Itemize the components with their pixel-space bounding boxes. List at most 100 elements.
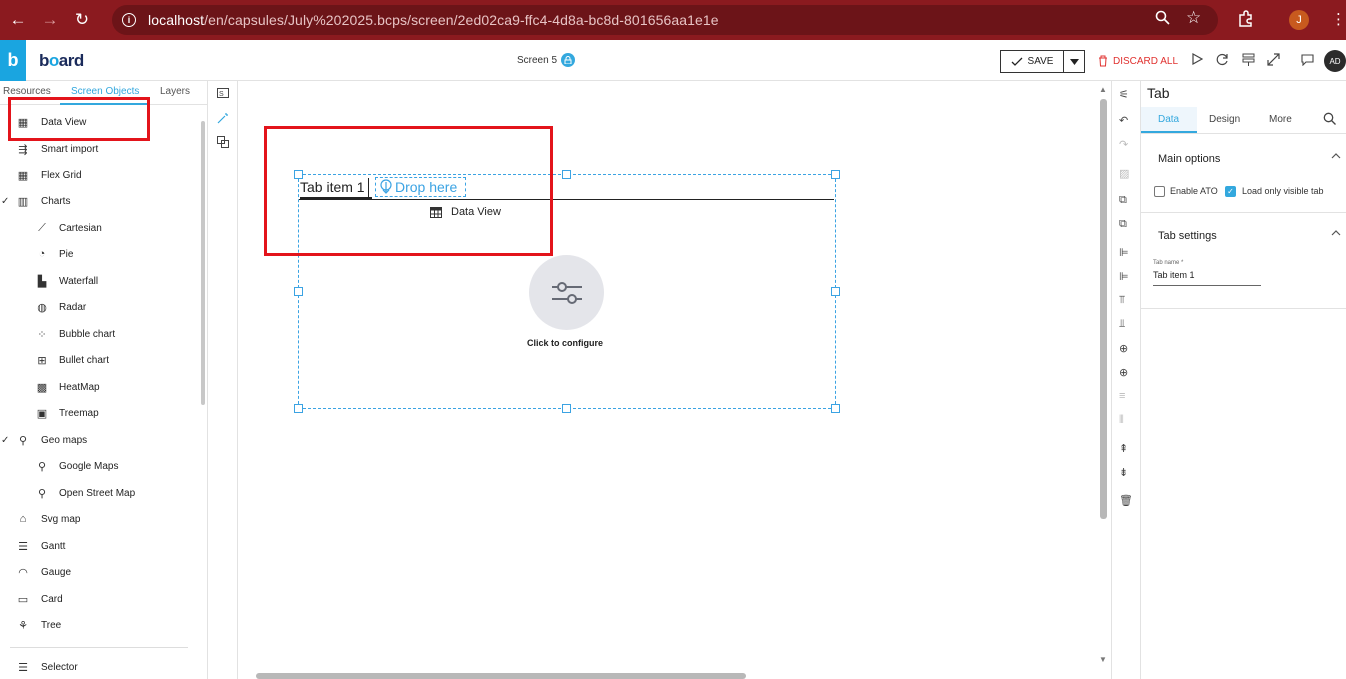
resize-handle[interactable] — [294, 287, 303, 296]
zoom-icon[interactable] — [1155, 10, 1170, 29]
resize-handle[interactable] — [562, 170, 571, 179]
screen-object-item-gantt[interactable]: ☰ Gantt — [0, 536, 200, 556]
load-visible-tab-checkbox[interactable]: ✓ — [1225, 186, 1236, 197]
screen-object-item-radar[interactable]: ◍ Radar — [0, 297, 200, 317]
browser-menu-icon[interactable]: ⋮ — [1331, 10, 1346, 28]
expand-check-icon[interactable]: ✓ — [1, 435, 9, 446]
discard-all-button[interactable]: DISCARD ALL — [1098, 55, 1178, 67]
screen-object-item-cartesian[interactable]: ⟋ Cartesian — [0, 218, 200, 238]
screen-name[interactable]: Screen 5 — [517, 55, 557, 66]
tab-screen-objects[interactable]: Screen Objects — [71, 86, 139, 97]
copy-icon[interactable]: ⧉ — [1119, 194, 1127, 207]
tab-resources[interactable]: Resources — [3, 86, 51, 97]
user-avatar[interactable]: AD — [1324, 50, 1346, 72]
tab-settings-title[interactable]: Tab settings — [1158, 230, 1217, 242]
expand-icon[interactable] — [1267, 53, 1280, 69]
screen-object-item-gauge[interactable]: ◠ Gauge — [0, 562, 200, 582]
duplicate-icon[interactable]: ⧉ — [1119, 218, 1127, 231]
refresh-icon[interactable] — [1216, 53, 1229, 69]
resize-handle[interactable] — [831, 287, 840, 296]
site-info-icon[interactable]: i — [122, 13, 136, 27]
reload-icon[interactable]: ↻ — [68, 6, 96, 34]
resize-handle[interactable] — [831, 170, 840, 179]
screen-object-item-svg-map[interactable]: ⌂ Svg map — [0, 509, 200, 529]
redo-icon[interactable]: ↷ — [1119, 138, 1128, 151]
magic-wand-icon[interactable] — [217, 112, 229, 127]
main-options-title[interactable]: Main options — [1158, 153, 1220, 165]
tab-name-input[interactable]: Tab item 1 — [1153, 270, 1261, 286]
tab-more[interactable]: More — [1269, 114, 1292, 125]
align-center-h-icon[interactable]: ⊕ — [1119, 366, 1128, 379]
screen-object-item-smart-import[interactable]: ⇶ Smart import — [0, 139, 200, 159]
send-backward-icon[interactable]: ⇟ — [1119, 466, 1128, 479]
comment-icon[interactable] — [1301, 53, 1314, 69]
scroll-up-arrow-icon[interactable]: ▲ — [1099, 85, 1107, 94]
screen-object-item-heatmap[interactable]: ▩ HeatMap — [0, 377, 200, 397]
tab-layers[interactable]: Layers — [160, 86, 190, 97]
align-center-v-icon[interactable]: ⊕ — [1119, 342, 1128, 355]
url-path: /en/capsules/July%202025.bcps/screen/2ed… — [204, 12, 719, 28]
screen-object-item-google-maps[interactable]: ⚲ Google Maps — [0, 456, 200, 476]
configure-label[interactable]: Click to configure — [527, 338, 603, 348]
logo-part: ard — [58, 51, 84, 70]
address-bar[interactable]: i localhost/en/capsules/July%202025.bcps… — [112, 5, 1218, 35]
play-icon[interactable] — [1192, 52, 1204, 68]
format-painter-icon[interactable]: ▨ — [1119, 167, 1129, 180]
screen-object-item-bullet-chart[interactable]: ⊞ Bullet chart — [0, 350, 200, 370]
resize-handle[interactable] — [831, 404, 840, 413]
left-panel-scrollbar[interactable] — [201, 121, 205, 405]
screen-object-item-flex-grid[interactable]: ▦ Flex Grid — [0, 165, 200, 185]
expand-check-icon[interactable]: ✓ — [1, 196, 9, 207]
url-host: localhost — [148, 12, 205, 28]
save-options-dropdown[interactable] — [1063, 50, 1085, 73]
scroll-down-arrow-icon[interactable]: ▼ — [1099, 655, 1107, 664]
save-button[interactable]: SAVE — [1000, 50, 1064, 73]
profile-avatar[interactable]: J — [1289, 10, 1309, 30]
screen-object-item-pie[interactable]: ◔ Pie — [0, 244, 200, 264]
enable-ato-checkbox[interactable] — [1154, 186, 1165, 197]
group-icon[interactable] — [217, 136, 229, 151]
settings-sliders-icon[interactable]: ⚟ — [1119, 88, 1129, 101]
screen-object-label: Cartesian — [59, 222, 102, 234]
layout-icon[interactable] — [1242, 53, 1255, 69]
screen-object-item-charts[interactable]: ✓ ▥ Charts — [0, 191, 200, 211]
resize-handle[interactable] — [294, 404, 303, 413]
screen-object-item-bubble-chart[interactable]: ⁘ Bubble chart — [0, 324, 200, 344]
back-arrow-icon[interactable]: ← — [4, 6, 32, 34]
screen-object-label: Gantt — [41, 540, 66, 552]
distribute-v-icon[interactable]: ≡ — [1119, 390, 1125, 402]
collapse-chevron-icon[interactable] — [1331, 151, 1341, 162]
align-top-icon[interactable]: ⫪ — [1119, 294, 1125, 307]
screen-object-item-tree[interactable]: ⚘ Tree — [0, 615, 200, 635]
undo-icon[interactable]: ↶ — [1119, 114, 1128, 127]
screen-object-item-selector[interactable]: ☰ Selector — [0, 657, 200, 677]
align-right-icon[interactable]: ⊫ — [1119, 270, 1129, 283]
screen-object-item-geo-maps[interactable]: ✓ ⚲ Geo maps — [0, 430, 200, 450]
screen-object-item-treemap[interactable]: ▣ Treemap — [0, 403, 200, 423]
collapse-chevron-icon[interactable] — [1331, 228, 1341, 239]
screen-object-item-card[interactable]: ▭ Card — [0, 589, 200, 609]
resize-handle[interactable] — [562, 404, 571, 413]
board-logo-icon[interactable]: b — [0, 40, 26, 81]
scroll-thumb[interactable] — [256, 673, 746, 679]
tab-data[interactable]: Data — [1158, 114, 1179, 125]
tab-design[interactable]: Design — [1209, 114, 1240, 125]
canvas-horizontal-scrollbar[interactable] — [238, 671, 1096, 679]
align-bottom-icon[interactable]: ⫫ — [1119, 318, 1125, 331]
screen-object-item-open-street-map[interactable]: ⚲ Open Street Map — [0, 483, 200, 503]
scroll-thumb[interactable] — [1100, 99, 1107, 519]
sliders-icon — [551, 281, 582, 304]
forward-arrow-icon[interactable]: → — [36, 6, 64, 34]
delete-icon[interactable]: 🗑 — [1119, 494, 1133, 507]
bring-forward-icon[interactable]: ⇞ — [1119, 442, 1128, 455]
distribute-h-icon[interactable]: ⦀ — [1119, 414, 1124, 427]
canvas-vertical-scrollbar[interactable]: ▲ ▼ — [1097, 81, 1111, 672]
extensions-icon[interactable] — [1237, 10, 1254, 32]
screen-object-item-waterfall[interactable]: ▙ Waterfall — [0, 271, 200, 291]
configure-button[interactable] — [529, 255, 604, 330]
align-left-icon[interactable]: ⊫ — [1119, 246, 1129, 259]
search-icon[interactable] — [1323, 112, 1336, 128]
screen-lock-icon[interactable] — [561, 53, 575, 67]
bookmark-star-icon[interactable]: ☆ — [1186, 8, 1201, 28]
screen-settings-icon[interactable]: S — [217, 88, 229, 101]
